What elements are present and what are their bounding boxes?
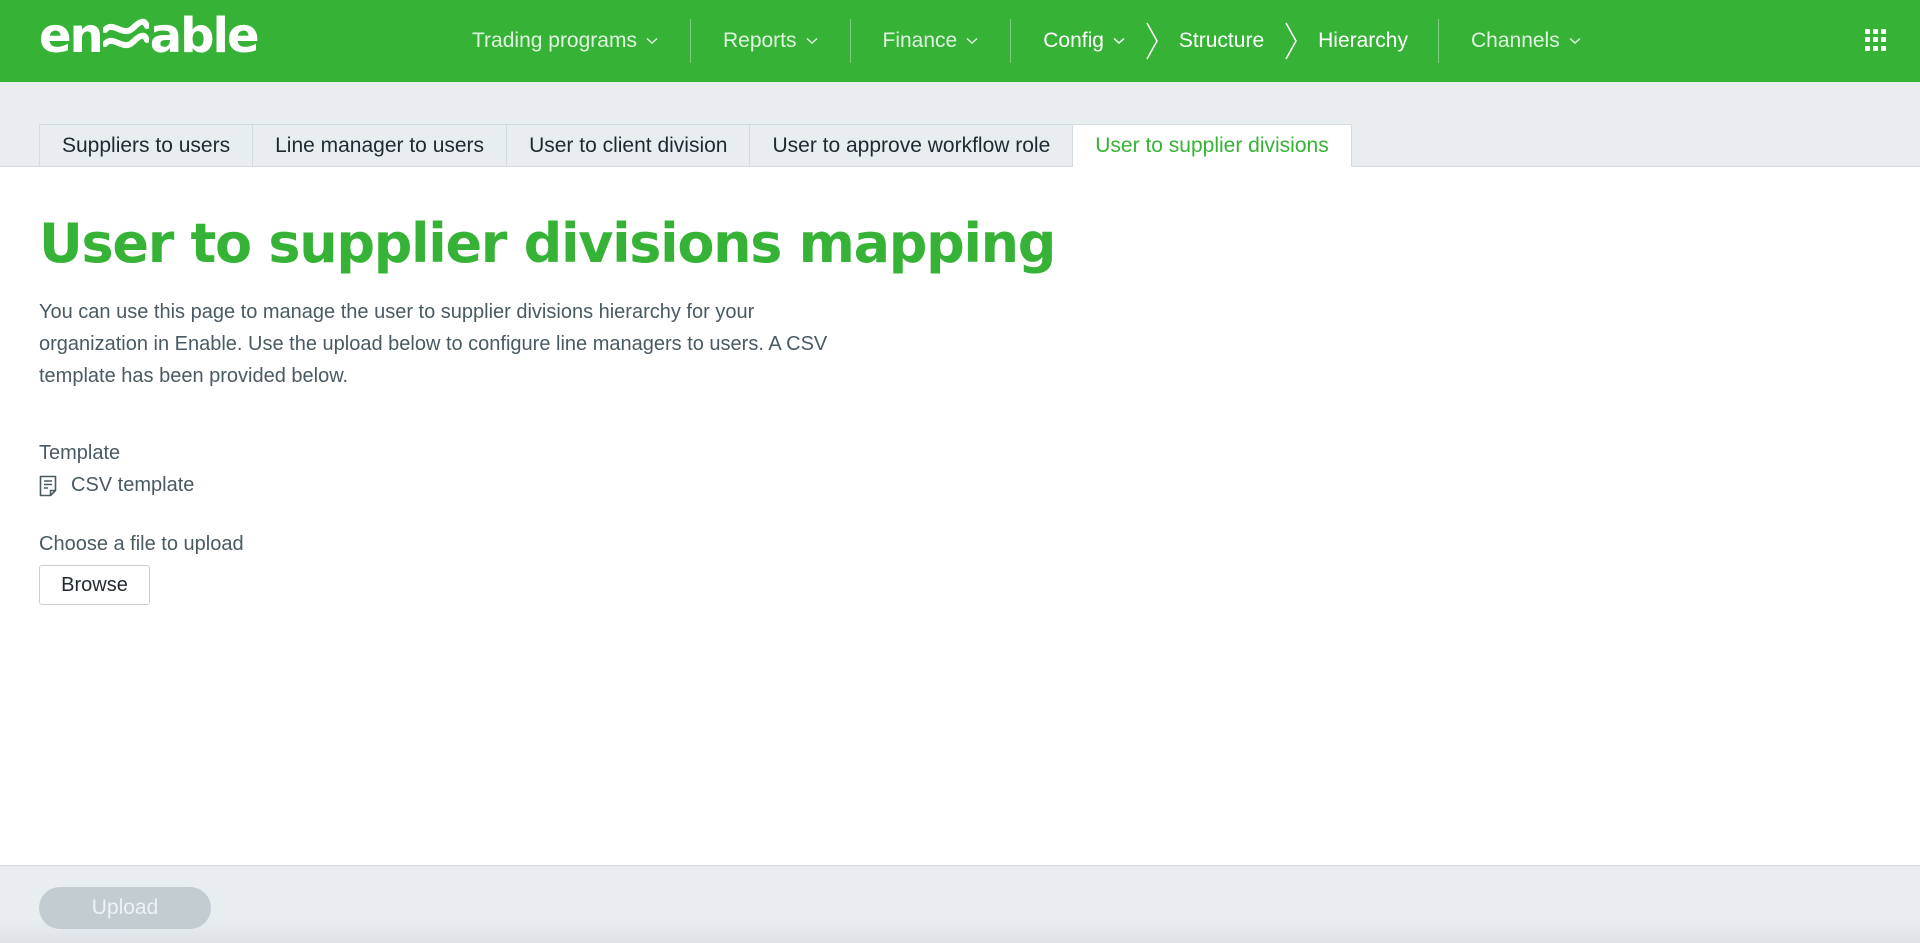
main-nav: Trading programs Reports Finance Config … [440, 0, 1613, 82]
choose-file-label: Choose a file to upload [39, 533, 244, 555]
nav-reports-label: Reports [722, 29, 797, 52]
chevron-down-icon [1569, 37, 1581, 45]
nav-finance[interactable]: Finance [851, 0, 1011, 82]
nav-config-label: Config [1043, 29, 1104, 52]
tab-user-to-supplier-divisions[interactable]: User to supplier divisions [1073, 124, 1352, 167]
logo-text-right: able [149, 8, 260, 64]
chevron-down-icon [646, 37, 658, 45]
nav-structure-label: Structure [1178, 29, 1265, 52]
top-navigation-bar: en able Trading programs Reports Finance… [0, 0, 1920, 82]
nav-structure[interactable]: Structure [1165, 0, 1278, 82]
tab-suppliers-to-users[interactable]: Suppliers to users [39, 124, 254, 167]
document-icon [39, 475, 57, 496]
nav-channels[interactable]: Channels [1439, 0, 1613, 82]
nav-config[interactable]: Config [1011, 0, 1139, 82]
nav-trading-programs[interactable]: Trading programs [440, 0, 690, 82]
chevron-down-icon [1113, 37, 1125, 45]
footer-bar: Upload [0, 865, 1920, 943]
chevron-down-icon [805, 37, 818, 45]
nav-breadcrumb: Config Structure Hierarchy [1011, 0, 1438, 82]
tabs-bar: Suppliers to users Line manager to users… [0, 82, 1920, 167]
tab-user-to-approve-workflow-role[interactable]: User to approve workflow role [750, 124, 1074, 167]
upload-button[interactable]: Upload [39, 887, 211, 929]
breadcrumb-separator-icon [1146, 22, 1158, 60]
main-content: User to supplier divisions mapping You c… [39, 167, 1879, 605]
breadcrumb-separator-icon [1285, 22, 1297, 60]
browse-button[interactable]: Browse [39, 565, 150, 605]
logo-wave-icon [102, 18, 149, 49]
nav-finance-label: Finance [882, 29, 958, 52]
page-description: You can use this page to manage the user… [39, 301, 828, 387]
nav-trading-programs-label: Trading programs [472, 29, 637, 52]
nav-channels-label: Channels [1470, 29, 1560, 52]
tab-line-manager-to-users[interactable]: Line manager to users [253, 124, 508, 167]
nav-hierarchy-label: Hierarchy [1318, 29, 1408, 52]
chevron-down-icon [966, 37, 978, 45]
page-title: User to supplier divisions mapping [39, 212, 1056, 275]
tab-user-to-client-division[interactable]: User to client division [507, 124, 751, 167]
csv-template-link[interactable]: CSV template [39, 474, 1879, 497]
template-label: Template [39, 442, 121, 464]
csv-template-label: CSV template [71, 474, 195, 496]
enable-logo[interactable]: en able [39, 8, 260, 64]
apps-grid-icon[interactable] [1865, 29, 1887, 51]
nav-hierarchy[interactable]: Hierarchy [1304, 0, 1438, 82]
nav-reports[interactable]: Reports [691, 0, 850, 82]
logo-text-left: en [39, 8, 104, 64]
hierarchy-tabs: Suppliers to users Line manager to users… [39, 124, 1352, 167]
